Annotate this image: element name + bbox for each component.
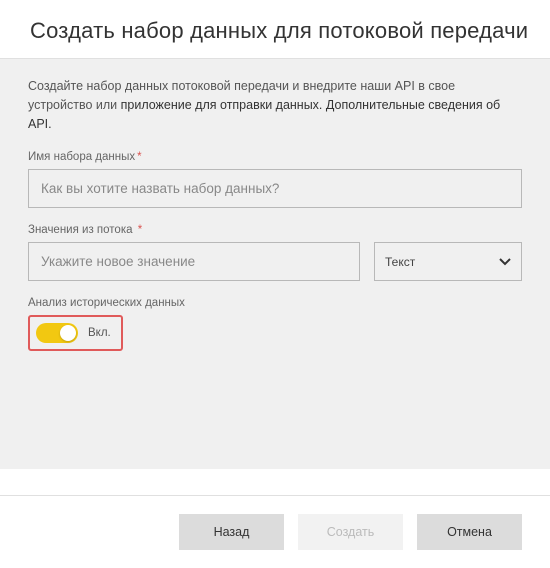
stream-value-input[interactable] (28, 242, 360, 281)
historical-toggle[interactable] (36, 323, 78, 343)
cancel-button[interactable]: Отмена (417, 514, 522, 550)
dialog-footer: Назад Создать Отмена (0, 495, 550, 568)
dataset-name-label: Имя набора данных* (28, 151, 522, 163)
historical-analysis-label: Анализ исторических данных (28, 297, 522, 309)
page-title: Создать набор данных для потоковой перед… (30, 18, 520, 44)
toggle-state-label: Вкл. (88, 327, 111, 339)
required-marker: * (137, 151, 141, 163)
dialog-content: Создайте набор данных потоковой передачи… (0, 59, 550, 469)
back-button[interactable]: Назад (179, 514, 284, 550)
type-select-value: Текст (385, 255, 415, 269)
create-button: Создать (298, 514, 403, 550)
toggle-knob (60, 325, 76, 341)
dataset-name-input[interactable] (28, 169, 522, 208)
historical-toggle-highlight: Вкл. (28, 315, 123, 351)
chevron-down-icon (499, 254, 511, 269)
value-type-select[interactable]: Текст (374, 242, 522, 281)
required-marker: * (138, 224, 142, 236)
stream-values-label: Значения из потока * (28, 224, 522, 236)
description-text: Создайте набор данных потоковой передачи… (28, 77, 522, 133)
dialog-header: Создать набор данных для потоковой перед… (0, 0, 550, 59)
